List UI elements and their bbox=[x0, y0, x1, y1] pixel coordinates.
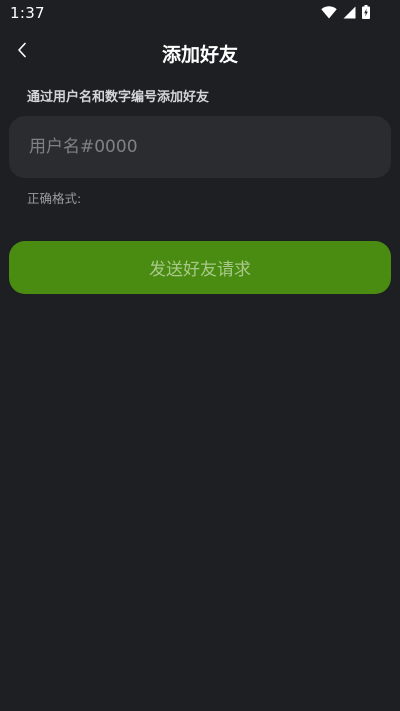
format-label: 正确格式: bbox=[27, 191, 82, 206]
battery-charging-icon bbox=[362, 5, 370, 19]
username-input-container[interactable] bbox=[9, 116, 391, 178]
wifi-icon bbox=[321, 5, 337, 19]
status-time: 1:37 bbox=[10, 4, 45, 22]
send-friend-request-button[interactable]: 发送好友请求 bbox=[9, 241, 391, 294]
add-friend-screen: 1:37 添加好友 通过用户名和数字编号添加好友 用户名#0000 正确格式: … bbox=[0, 0, 400, 711]
signal-icon bbox=[343, 6, 356, 19]
page-title: 添加好友 bbox=[161, 44, 238, 66]
status-icons bbox=[321, 5, 370, 19]
username-input[interactable] bbox=[27, 136, 373, 158]
status-bar: 1:37 bbox=[0, 0, 400, 28]
header: 添加好友 bbox=[0, 34, 400, 70]
add-friend-hint: 通过用户名和数字编号添加好友 bbox=[27, 90, 210, 105]
